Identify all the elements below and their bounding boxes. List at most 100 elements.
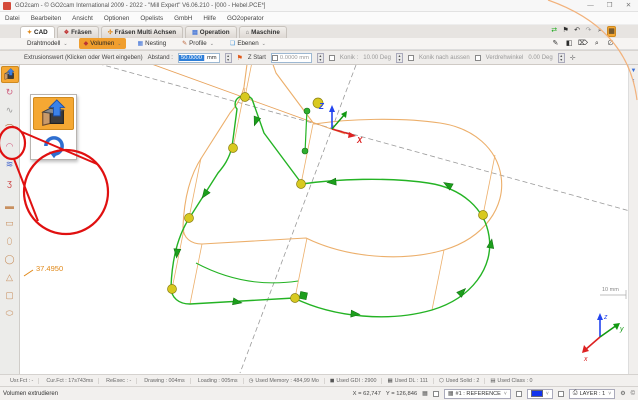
profile-node-green[interactable]	[304, 108, 310, 114]
slab-button[interactable]: ▬	[1, 197, 19, 214]
menu-datei[interactable]: Datei	[5, 15, 20, 22]
color-checkbox[interactable]	[516, 391, 522, 397]
sphere-button[interactable]: ◯	[1, 251, 19, 268]
refresh-icon[interactable]: ⇄	[550, 26, 558, 37]
metric-used-dl: ▦Used DL : 111	[382, 378, 434, 384]
menu-hilfe[interactable]: Hilfe	[203, 15, 216, 22]
color-dropdown[interactable]: ˅	[527, 389, 553, 399]
metric-used-memory: ◷Used Memory : 484,99 Mo	[244, 378, 325, 384]
delete-icon[interactable]: ⌦	[578, 39, 589, 50]
move-icon[interactable]: ✛	[570, 54, 576, 62]
pipe-button[interactable]: ⌒	[1, 120, 19, 137]
cone-button[interactable]: △	[1, 269, 19, 286]
extrude-button[interactable]	[1, 66, 19, 83]
sphere-icon: ◯	[4, 254, 14, 265]
cube-button[interactable]: ▢	[1, 287, 19, 304]
about-icon[interactable]: ©	[631, 391, 635, 397]
spinner-down-icon[interactable]: ▼	[226, 58, 231, 63]
direction-toggle-icon[interactable]: ⚑	[237, 54, 243, 62]
subtab-ebenen[interactable]: ❏ Ebenen ⌄	[225, 38, 271, 49]
menu-bearbeiten[interactable]: Bearbeiten	[31, 15, 61, 22]
abstand-field[interactable]: 50.0000 mm	[178, 53, 220, 63]
extrude-icon-large	[39, 99, 69, 129]
profile-node-green[interactable]	[302, 148, 308, 154]
cylinder-button[interactable]: ⬯	[1, 233, 19, 250]
verdrehwinkel-spinner[interactable]: ▲ ▼	[558, 53, 565, 63]
subtab-profile[interactable]: ✎ Profile ⌄	[177, 38, 219, 49]
extrude-flyout-button[interactable]	[33, 97, 74, 130]
flag-icon[interactable]: ⚑	[561, 26, 569, 37]
settings-icon[interactable]: ⚙	[620, 390, 625, 397]
metric-text: Used Solid : 2	[446, 378, 480, 384]
konik-value[interactable]: 10.00 Deg	[363, 55, 391, 61]
helix-button[interactable]: ʒ	[1, 174, 19, 191]
grid-toggle-icon[interactable]: ▦	[422, 390, 428, 397]
konik-aussen-checkbox[interactable]	[408, 55, 414, 61]
undo-icon[interactable]: ↶	[573, 26, 581, 37]
spinner-down-icon[interactable]: ▼	[318, 58, 323, 63]
menu-gmbh[interactable]: GmbH	[174, 15, 192, 22]
layer-dropdown[interactable]: ⎙ LAYER : 1 ˅	[569, 389, 615, 399]
tab-operation[interactable]: ▤ Operation	[185, 26, 236, 38]
sweep-button[interactable]: ∿	[1, 102, 19, 119]
tab-maschine[interactable]: ⌂ Maschine	[239, 26, 287, 38]
tab-fraesen-multi-achsen[interactable]: ✣ Fräsen Multi Achsen	[101, 26, 183, 38]
zoom-icon[interactable]: ⌕	[596, 26, 604, 37]
fill-icon[interactable]: ◧	[564, 39, 575, 50]
zstart-spinner[interactable]: ▲ ▼	[317, 53, 324, 63]
menu-ansicht[interactable]: Ansicht	[72, 15, 93, 22]
subtab-nesting[interactable]: ▦ Nesting	[132, 38, 171, 49]
edit-icon[interactable]: ✎	[550, 39, 561, 50]
filter-icon[interactable]: ▼	[631, 68, 637, 74]
metric-used-class: ▤Used Class : 0	[485, 378, 537, 384]
chevron-down-icon: ⌄	[63, 41, 67, 47]
reference-checkbox[interactable]	[433, 391, 439, 397]
subtab-label: Ebenen	[237, 40, 258, 47]
maximize-button[interactable]: ❒	[600, 0, 619, 11]
subtab-volumen[interactable]: ◆ Volumen ⌄	[79, 38, 127, 49]
menu-optionen[interactable]: Optionen	[104, 15, 130, 22]
subtab-label: Drahtmodell	[27, 40, 60, 47]
konik-checkbox[interactable]	[329, 55, 335, 61]
konik-spinner[interactable]: ▲ ▼	[396, 53, 403, 63]
ruled-surface-button[interactable]: ≋	[1, 156, 19, 173]
layer-checkbox[interactable]	[558, 391, 564, 397]
abstand-spinner[interactable]: ▲ ▼	[225, 53, 232, 63]
quick-access-toolbar: ⇄ ⚑ ↶ ↷ ⌕ ▦ ✎ ◧ ⌦ ⌕ ∅	[550, 26, 616, 52]
subtab-drahtmodell[interactable]: Drahtmodell ⌄	[22, 38, 73, 49]
metric-text: Usr.Fct : -	[10, 378, 33, 384]
torus-button[interactable]: ⬭	[1, 305, 19, 322]
extrude-parameter-bar: Extrusionswert (Klicken oder Wert eingeb…	[0, 50, 638, 65]
abstand-value[interactable]: 50.0000	[179, 55, 204, 61]
solid-tools-toolbar: ↻ ∿ ⌒ ◠ ≋ ʒ ▬ ▭ ⬯ ◯ △ ▢ ⬭	[0, 65, 20, 374]
cad-tab-icon: ✦	[27, 29, 32, 36]
spinner-down-icon[interactable]: ▼	[559, 58, 564, 63]
menu-opelists[interactable]: Opelists	[140, 15, 163, 22]
reference-dropdown[interactable]: ▦ #1 : REFERENCE ˅	[444, 389, 511, 399]
revolve-flyout-button[interactable]	[33, 133, 74, 159]
metric-loading: Loading : 005ms	[191, 378, 244, 384]
minimize-button[interactable]: —	[581, 0, 600, 11]
verdrehwinkel-value[interactable]: 0.00 Deg	[528, 55, 552, 61]
viewport-3d[interactable]: Z X 37.4950 10 mm z	[20, 65, 628, 374]
spinner-down-icon[interactable]: ▼	[397, 58, 402, 63]
redo-icon[interactable]: ↷	[584, 26, 592, 37]
zstart-field[interactable]: 0.0000 mm	[271, 53, 312, 63]
collapse-panel-icon[interactable]: ‹	[633, 78, 635, 84]
tab-cad[interactable]: ✦ CAD	[20, 26, 55, 38]
verdrehwinkel-checkbox[interactable]	[475, 55, 481, 61]
axis-x-label: X	[356, 136, 363, 145]
zoom-window-icon[interactable]: ⌕	[591, 39, 602, 50]
pad-button[interactable]: ▭	[1, 215, 19, 232]
loft-button[interactable]: ◠	[1, 138, 19, 155]
coordinate-controls: X = 62,747 Y = 126,846 ▦ ▦ #1 : REFERENC…	[353, 389, 635, 399]
hide-icon[interactable]: ∅	[605, 39, 616, 50]
menu-go2operator[interactable]: GO2operator	[227, 15, 264, 22]
revolve-button[interactable]: ↻	[1, 84, 19, 101]
tab-fraesen[interactable]: ❖ Fräsen	[57, 26, 99, 38]
cone-icon: △	[6, 272, 13, 283]
render-grid-icon[interactable]: ▦	[607, 26, 616, 37]
active-color-swatch	[531, 390, 543, 397]
close-button[interactable]: ✕	[619, 0, 638, 11]
zstart-value[interactable]: 0.0000 mm	[278, 55, 311, 61]
